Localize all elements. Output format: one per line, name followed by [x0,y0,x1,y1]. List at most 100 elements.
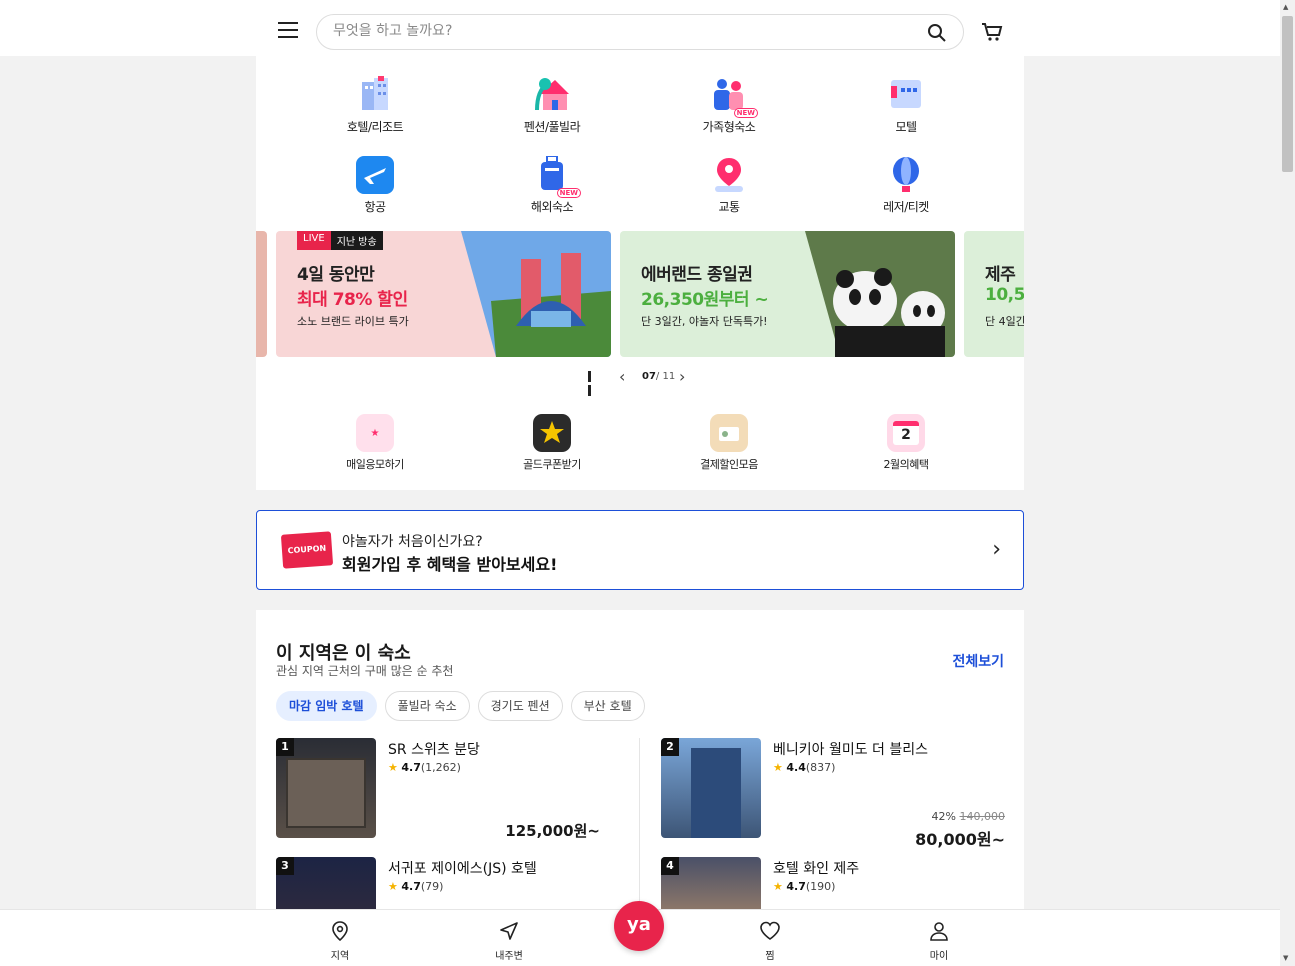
luggage-icon: NEW [533,155,581,198]
quick-daily-draw[interactable]: ★ 매일응모하기 [315,414,435,472]
category-hotel[interactable]: 호텔/리조트 [315,76,435,135]
cart-icon[interactable] [981,21,1003,43]
carousel-controls: ‹ 07/ 11 › [583,368,703,396]
chevron-right-icon: › [992,537,1001,562]
quick-feb-benefit[interactable]: 2 2월의혜택 [846,414,966,472]
search-icon[interactable] [927,23,947,43]
nav-label: 지역 [330,951,350,962]
hotel-name: 베니키아 월미도 더 블리스 [773,742,929,758]
navigation-icon [500,922,518,940]
nav-region[interactable]: 지역 [310,920,370,962]
category-air[interactable]: 항공 [315,156,435,215]
yanolja-home-button[interactable]: ya [614,901,664,951]
star-icon: ★ [773,761,783,774]
banner-title: 4일 동안만 [297,265,375,285]
live-badge: LIVE [297,231,331,250]
chip-closing-hotel[interactable]: 마감 임박 호텔 [276,691,377,721]
hotel-name: 서귀포 제이에스(JS) 호텔 [388,861,537,877]
hotel-rating: ★ 4.7(1,262) [388,761,461,774]
hotel-thumbnail: 2 [661,738,761,838]
carousel-pager: 07/ 11 [642,371,675,382]
top-bar [0,0,1280,56]
banner-title: 제주 [985,265,1016,285]
scroll-down-icon[interactable]: ▼ [1283,954,1288,962]
banner-jeju-partial[interactable]: 제주 10,5 단 4일간 [964,231,1024,357]
chevron-right-icon[interactable]: › [679,369,693,385]
category-label: 레저/티켓 [883,200,929,214]
motel-icon [887,76,925,114]
airplane-icon [356,156,394,194]
hotel-name: SR 스위츠 분당 [388,742,480,758]
live-tags: LIVE 지난 방송 [297,231,383,250]
category-transport[interactable]: 교통 [669,156,789,215]
user-icon [930,922,948,941]
search-bar[interactable] [316,14,964,50]
hotel-discount: 42% 140,000 [931,810,1005,823]
new-badge: NEW [733,108,758,118]
map-pin-icon [332,921,348,942]
location-pin-icon [710,156,748,194]
category-label: 호텔/리조트 [346,120,404,134]
list-item[interactable]: 1 SR 스위츠 분당 ★ 4.7(1,262) 125,000원~ [276,738,620,840]
banner-everland[interactable]: 에버랜드 종일권 26,350원부터 ~ 단 3일간, 야놀자 단독특가! [620,231,955,357]
payment-discount-icon [710,414,748,452]
category-overseas[interactable]: NEW 해외숙소 [492,155,612,215]
rank-badge: 1 [276,738,294,756]
pager-current: 07 [642,371,656,382]
hotel-thumbnail: 1 [276,738,376,838]
pause-icon[interactable] [588,371,597,396]
nav-wishlist[interactable]: 찜 [740,920,800,962]
scrollbar-thumb[interactable] [1282,16,1293,172]
category-pension[interactable]: 펜션/풀빌라 [492,76,612,135]
menu-icon[interactable] [278,22,298,38]
quick-gold-coupon[interactable]: 골드쿠폰받기 [492,414,612,472]
chip-gyeonggi-pension[interactable]: 경기도 펜션 [477,691,563,721]
category-leisure[interactable]: 레저/티켓 [846,156,966,215]
view-all-link[interactable]: 전체보기 [952,651,1004,671]
nav-nearby[interactable]: 내주변 [479,920,539,962]
region-recommendation: 이 지역은 이 숙소 관심 지역 근처의 구매 많은 순 추천 전체보기 마감 … [256,610,1024,957]
hotel-rating: ★ 4.7(79) [388,880,444,893]
banner-highlight: 10,5 [985,285,1024,305]
banner-sono-live[interactable]: LIVE 지난 방송 4일 동안만 최대 78% 할인 소노 브랜드 라이브 특… [276,231,611,357]
category-label: 모텔 [895,120,917,134]
heart-icon [760,921,780,940]
category-family-stay[interactable]: NEW 가족형숙소 [669,76,789,135]
hotel-name: 호텔 화인 제주 [773,861,860,877]
banner-highlight: 최대 78% 할인 [297,290,408,310]
chevron-left-icon[interactable]: ‹ [619,369,633,385]
banner-subtitle: 단 4일간 [985,315,1024,328]
hotel-icon [356,76,394,114]
promo-carousel: LIVE 지난 방송 4일 동안만 최대 78% 할인 소노 브랜드 라이브 특… [256,231,1024,357]
banner-resort-image [461,231,611,357]
gold-coupon-icon [533,414,571,452]
quick-label: 매일응모하기 [346,458,404,471]
banner-panda-image [805,231,955,357]
category-motel[interactable]: 모텔 [846,76,966,135]
daily-draw-icon: ★ [356,414,394,452]
nav-my[interactable]: 마이 [909,920,969,962]
star-icon: ★ [388,880,398,893]
list-item[interactable]: 2 베니키아 월미도 더 블리스 ★ 4.4(837) 42% 140,000 … [661,738,1005,849]
star-icon: ★ [773,880,783,893]
pager-total: / 11 [655,371,676,382]
signup-coupon-banner[interactable]: COUPON 야놀자가 처음이신가요? 회원가입 후 혜택을 받아보세요! › [256,510,1024,590]
category-label: 펜션/풀빌라 [523,120,581,134]
calendar-icon: 2 [887,414,925,452]
filter-chips: 마감 임박 호텔 풀빌라 숙소 경기도 펜션 부산 호텔 [276,691,645,721]
banner-title: 에버랜드 종일권 [641,265,753,285]
coupon-line1: 야놀자가 처음이신가요? [342,534,483,550]
search-input[interactable] [333,23,893,39]
scroll-up-icon[interactable]: ▲ [1283,3,1288,11]
rank-badge: 2 [661,738,679,756]
chip-busan-hotel[interactable]: 부산 호텔 [570,691,645,721]
banner-partial-left[interactable] [256,231,267,357]
balloon-icon [887,156,925,194]
star-icon: ★ [388,761,398,774]
quick-payment-discount[interactable]: 결제할인모음 [669,414,789,472]
past-broadcast-badge: 지난 방송 [330,231,383,250]
chip-poolvilla[interactable]: 풀빌라 숙소 [384,691,470,721]
hotel-price: 125,000원~ [505,822,600,840]
banner-highlight: 26,350원부터 ~ [641,290,769,310]
hotel-rating: ★ 4.4(837) [773,761,836,774]
